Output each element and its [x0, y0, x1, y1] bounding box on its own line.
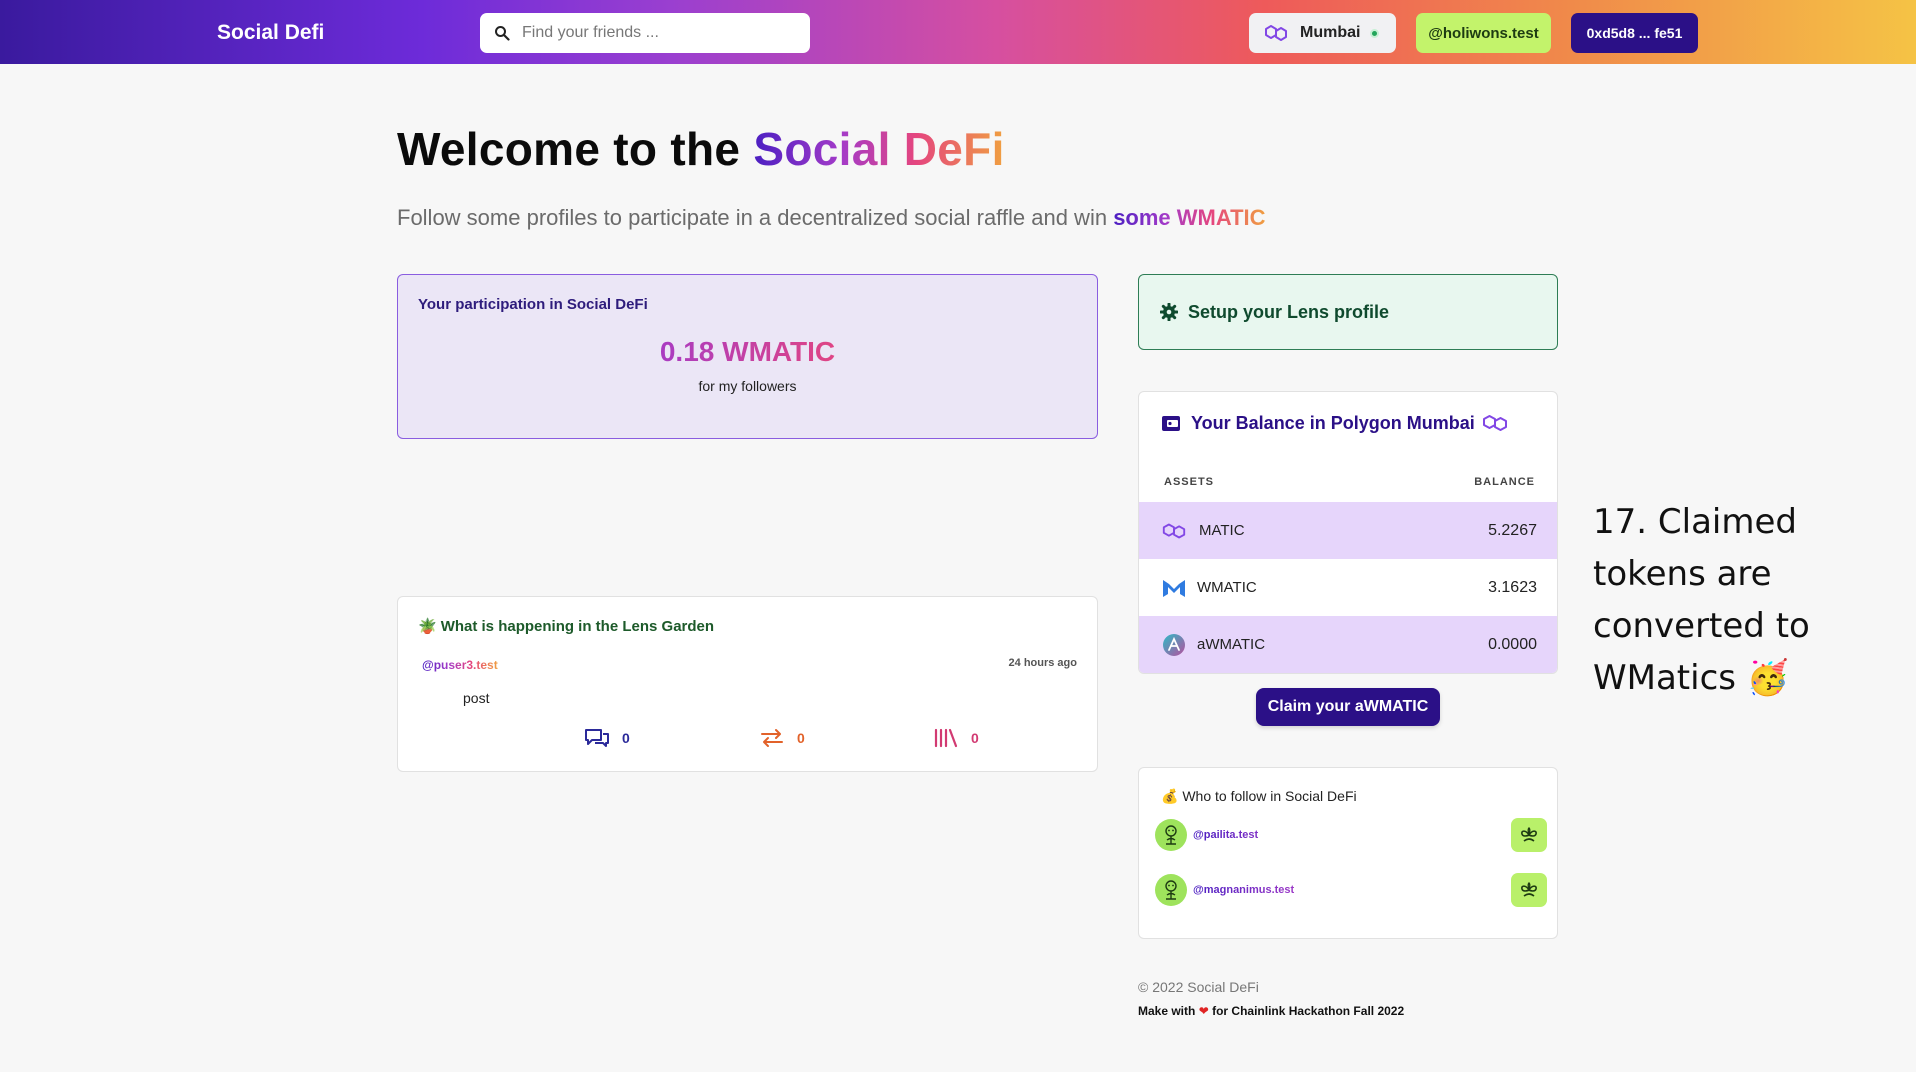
post-author[interactable]: @puser3.test	[422, 658, 498, 672]
search-box[interactable]	[480, 13, 810, 53]
mirror-button[interactable]: 0	[759, 727, 805, 749]
balance-title: Your Balance in Polygon Mumbai	[1161, 412, 1509, 434]
participation-value: 0.18	[659, 336, 715, 367]
asset-name: aWMATIC	[1197, 636, 1266, 653]
avatar[interactable]	[1155, 874, 1187, 906]
balance-column-header: BALANCE	[1474, 476, 1535, 488]
profile-handle-button[interactable]: @holiwons.test	[1416, 13, 1551, 53]
feed-title-text: What is happening in the Lens Garden	[440, 618, 715, 635]
page-subtitle: Follow some profiles to participate in a…	[397, 205, 1266, 231]
brand-logo-text[interactable]: Social Defi	[217, 21, 324, 45]
asset-row-matic: MATIC 5.2267	[1139, 502, 1557, 559]
subtitle-prefix: Follow some profiles to participate in a…	[397, 205, 1114, 230]
follow-suggestion-row: @pailita.test	[1155, 818, 1547, 852]
wmatic-icon	[1161, 575, 1187, 601]
plant-avatar-icon	[1165, 825, 1177, 845]
plant-avatar-icon	[1165, 880, 1177, 900]
claim-awmatic-button[interactable]: Claim your aWMATIC	[1256, 688, 1440, 726]
lens-garden-feed-card: 🪴 What is happening in the Lens Garden @p…	[397, 596, 1098, 772]
gear-icon	[1160, 303, 1178, 321]
network-status-dot	[1370, 28, 1380, 38]
lens-follow-icon	[1521, 882, 1537, 897]
collect-button[interactable]: 0	[933, 727, 979, 749]
network-selector-button[interactable]: Mumbai	[1249, 13, 1396, 53]
lens-follow-icon	[1521, 827, 1537, 842]
asset-name: WMATIC	[1197, 579, 1257, 596]
polygon-icon	[1265, 25, 1287, 41]
comment-button[interactable]: 0	[584, 727, 630, 749]
balance-title-text: Your Balance in Polygon Mumbai	[1191, 412, 1475, 433]
post-content: post	[463, 690, 490, 706]
participation-amount: 0.18 WMATIC	[398, 336, 1097, 368]
footer-credit: Make with ❤ for Chainlink Hackathon Fall…	[1138, 1004, 1404, 1018]
footer-credit-prefix: Make with	[1138, 1004, 1199, 1018]
asset-row-awmatic: aWMATIC 0.0000	[1139, 616, 1557, 673]
participation-label: Your participation in Social DeFi	[418, 296, 648, 313]
post-time: 24 hours ago	[1008, 657, 1077, 669]
search-icon	[495, 26, 510, 41]
balance-card: Your Balance in Polygon Mumbai ASSETS BA…	[1138, 391, 1558, 674]
mirror-icon	[761, 729, 783, 747]
asset-row-wmatic: WMATIC 3.1623	[1139, 559, 1557, 616]
setup-lens-label: Setup your Lens profile	[1188, 301, 1390, 322]
step-caption: 17. Claimed tokens are converted to WMat…	[1593, 496, 1833, 704]
asset-balance: 5.2267	[1488, 521, 1537, 539]
money-bag-icon: 💰	[1161, 788, 1179, 804]
subtitle-highlight: some WMATIC	[1113, 205, 1266, 230]
aave-icon	[1161, 632, 1187, 658]
assets-column-header: ASSETS	[1164, 476, 1215, 488]
participation-card: Your participation in Social DeFi 0.18 W…	[397, 274, 1098, 439]
party-face-icon: 🥳	[1746, 658, 1790, 698]
search-input[interactable]	[522, 24, 782, 42]
polygon-icon	[1482, 415, 1507, 431]
footer-credit-suffix: for Chainlink Hackathon Fall 2022	[1208, 1004, 1405, 1018]
participation-sub: for my followers	[698, 378, 797, 394]
footer-copyright: © 2022 Social DeFi	[1138, 979, 1259, 995]
asset-balance: 0.0000	[1488, 635, 1537, 653]
polygon-icon	[1161, 518, 1187, 544]
follow-handle[interactable]: @pailita.test	[1193, 829, 1511, 841]
page-title: Welcome to the Social DeFi	[397, 122, 1005, 176]
follow-button[interactable]	[1511, 818, 1547, 852]
follow-suggestion-row: @magnanimus.test	[1155, 873, 1547, 907]
comment-count: 0	[622, 730, 630, 746]
follow-handle[interactable]: @magnanimus.test	[1193, 884, 1511, 896]
follow-button[interactable]	[1511, 873, 1547, 907]
heart-icon: ❤	[1198, 1004, 1209, 1018]
feed-title: 🪴 What is happening in the Lens Garden	[418, 617, 714, 635]
title-highlight: Social DeFi	[753, 123, 1005, 175]
who-to-follow-card: 💰 Who to follow in Social DeFi @pailita.…	[1138, 767, 1558, 939]
title-prefix: Welcome to the	[397, 123, 754, 175]
participation-unit: WMATIC	[722, 336, 836, 367]
setup-lens-profile-card[interactable]: Setup your Lens profile	[1138, 274, 1558, 350]
wallet-address-button[interactable]: 0xd5d8 ... fe51	[1571, 13, 1698, 53]
asset-name: MATIC	[1199, 522, 1245, 539]
collect-count: 0	[971, 730, 979, 746]
network-label: Mumbai	[1300, 24, 1361, 41]
who-to-follow-title: 💰 Who to follow in Social DeFi	[1161, 788, 1357, 805]
avatar[interactable]	[1155, 819, 1187, 851]
collect-icon	[934, 728, 958, 748]
who-to-follow-text: Who to follow in Social DeFi	[1182, 788, 1357, 804]
comment-icon	[585, 729, 609, 747]
top-navbar: Social Defi Mumbai @holiwons.test 0xd5d8…	[0, 0, 1916, 64]
wallet-icon	[1162, 416, 1180, 431]
plant-icon: 🪴	[418, 618, 437, 635]
mirror-count: 0	[797, 730, 805, 746]
asset-balance: 3.1623	[1488, 578, 1537, 596]
